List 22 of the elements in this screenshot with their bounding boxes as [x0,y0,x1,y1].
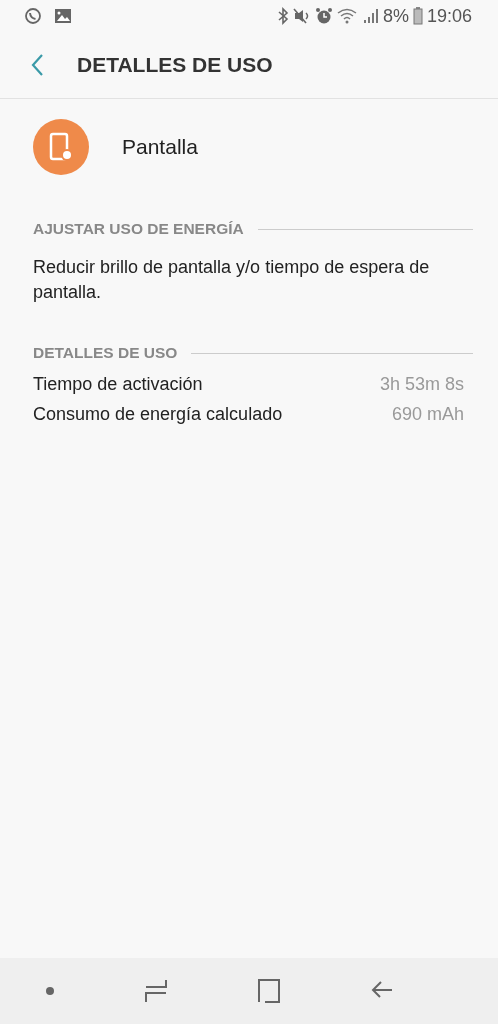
dot-icon[interactable] [44,986,55,996]
clock-time: 19:06 [426,5,472,27]
usage-value: 3h 53m 8s [379,373,464,395]
usage-value: 690 mAh [391,403,464,425]
wifi-icon [336,8,359,24]
signal-icon [362,8,379,24]
image-icon [54,8,72,24]
usage-label: Consumo de energía calculado [33,403,283,425]
recents-icon[interactable] [143,978,168,1004]
home-icon[interactable] [256,978,281,1004]
back-icon[interactable] [30,53,44,77]
bluetooth-icon [276,7,289,25]
battery-percent: 8% [382,5,409,27]
mute-icon [292,8,311,24]
section-header: DETALLES DE USO [33,344,178,362]
app-name: Pantalla [122,135,198,159]
alarm-icon [314,7,333,25]
tip-text: Reducir brillo de pantalla y/o tiempo de espera de pantalla. [33,256,431,304]
section-header: AJUSTAR USO DE ENERGÍA [33,220,244,238]
usage-label: Tiempo de activación [33,373,203,395]
page-title: DETALLES DE USO [77,53,273,77]
battery-icon [412,7,423,25]
